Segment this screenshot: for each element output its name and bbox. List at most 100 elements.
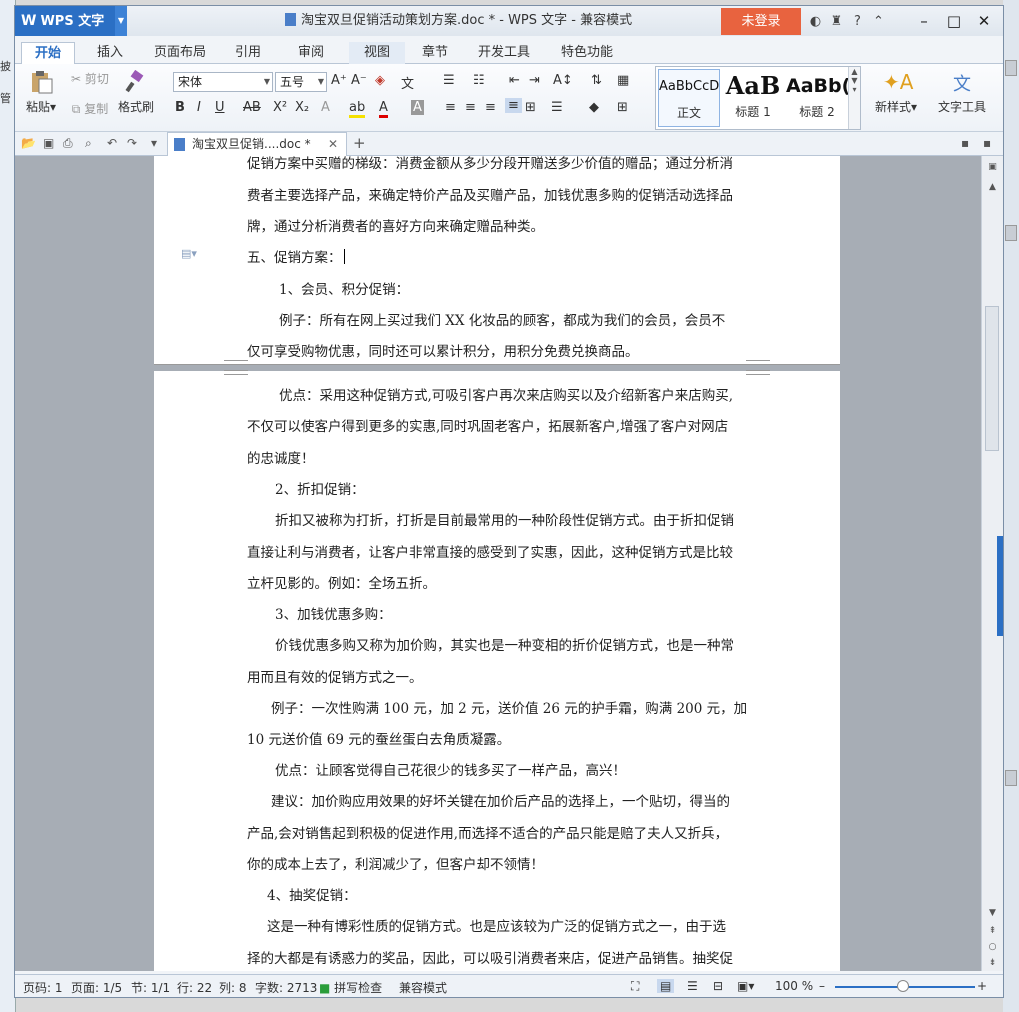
bullets-icon[interactable]: ☰	[443, 73, 455, 88]
increase-indent-icon[interactable]: ⇥	[529, 73, 540, 88]
paragraph-line: 例子：一次性购满 100 元，加 2 元，送价值 26 元的护手霜，购满 200…	[271, 701, 748, 717]
align-center-icon[interactable]: ≡	[465, 100, 476, 115]
status-pages[interactable]: 页面: 1/5	[71, 979, 122, 996]
paragraph-line: 费者主要选择产品，来确定特价产品及买赠产品，加钱优惠多购的促销活动选择品	[247, 188, 733, 204]
tab-review[interactable]: 审阅	[283, 42, 339, 64]
underline-icon[interactable]: U	[215, 100, 225, 115]
align-right-icon[interactable]: ≡	[485, 100, 496, 115]
maximize-icon[interactable]: □	[939, 6, 969, 36]
reading-view-icon[interactable]: ▣▾	[737, 979, 754, 993]
scroll-up-icon[interactable]: ▲	[982, 182, 1003, 192]
text-effect-icon[interactable]: A	[321, 100, 330, 115]
tab-chapter[interactable]: 章节	[411, 42, 459, 64]
numbering-icon[interactable]: ☷	[473, 73, 485, 88]
bold-icon[interactable]: B	[175, 100, 185, 115]
sort-icon[interactable]: ⇅	[591, 73, 602, 88]
phonetic-icon[interactable]: 文	[401, 73, 414, 92]
font-color-icon[interactable]: A	[379, 100, 388, 118]
side-panel-toggle[interactable]	[997, 536, 1003, 636]
fullscreen-view-icon[interactable]: ⛶	[631, 979, 639, 994]
grow-font-icon[interactable]: A⁺	[331, 73, 347, 88]
table-icon[interactable]: ▦	[617, 73, 629, 88]
document-tab[interactable]: 淘宝双旦促销....doc * ✕	[167, 132, 347, 156]
skin-icon[interactable]: ◐	[805, 7, 826, 37]
print-preview-icon[interactable]: ⌕	[85, 136, 92, 151]
tab-menu-icon[interactable]: ▪	[983, 136, 991, 150]
tab-developer[interactable]: 开发工具	[471, 42, 537, 64]
login-button[interactable]: 未登录	[721, 8, 801, 35]
paragraph-line: 价钱优惠多购又称为加价购，其实也是一种变相的折价促销方式，也是一种常	[275, 638, 734, 654]
close-tab-icon[interactable]: ✕	[328, 133, 338, 155]
collapse-ribbon-icon[interactable]: ⌃	[868, 7, 889, 37]
cut-button[interactable]: ✂ 剪切	[67, 70, 113, 87]
page-view-icon[interactable]: ▤	[657, 979, 675, 993]
copy-button[interactable]: ⧉ 复制	[67, 100, 113, 117]
outline-view-icon[interactable]: ☰	[687, 979, 698, 993]
tab-page-layout[interactable]: 页面布局	[147, 42, 213, 64]
minimize-icon[interactable]: –	[909, 6, 939, 36]
subheading: 2、折扣促销：	[275, 482, 365, 498]
zoom-level[interactable]: 100 %	[775, 979, 813, 993]
zoom-out-icon[interactable]: –	[819, 979, 825, 993]
borders-icon[interactable]: ⊞	[617, 100, 628, 115]
zoom-slider-knob[interactable]	[897, 980, 909, 992]
spell-check-toggle[interactable]: ■ 拼写检查	[319, 979, 382, 996]
chevron-down-icon[interactable]: ▼	[115, 6, 127, 36]
status-word-count[interactable]: 字数: 2713	[255, 979, 317, 996]
strikethrough-icon[interactable]: AB	[243, 100, 261, 115]
zoom-in-icon[interactable]: +	[977, 979, 987, 993]
print-icon[interactable]: ⎙	[63, 136, 73, 151]
paragraph-layout-icon[interactable]: ▤▾	[181, 247, 197, 260]
web-view-icon[interactable]: ⊟	[713, 979, 723, 993]
tab-special-features[interactable]: 特色功能	[547, 42, 627, 64]
line-spacing-icon[interactable]: ☰	[551, 100, 563, 115]
tab-references[interactable]: 引用	[223, 42, 273, 64]
style-normal[interactable]: AaBbCcD 正文	[658, 69, 720, 127]
undo-icon[interactable]: ↶	[107, 136, 117, 150]
superscript-icon[interactable]: X²	[273, 100, 287, 115]
distribute-icon[interactable]: ⊞	[525, 100, 536, 115]
tab-view[interactable]: 视图	[349, 42, 405, 64]
document-page[interactable]: 促销方案中买赠的梯级：消费金额从多少分段开赠送多少价值的赠品；通过分析消 费者主…	[154, 156, 840, 365]
shirt-icon[interactable]: ♜	[826, 7, 847, 37]
paste-button[interactable]: 粘贴▾	[21, 70, 61, 115]
justify-icon[interactable]: ≡	[505, 98, 522, 113]
style-heading-2[interactable]: AaBb( 标题 2	[786, 69, 848, 127]
shrink-font-icon[interactable]: A⁻	[351, 73, 367, 88]
document-page[interactable]: 优点：采用这种促销方式,可吸引客户再次来店购买以及介绍新客户来店购买, 不仅可以…	[154, 370, 840, 971]
subscript-icon[interactable]: X₂	[295, 100, 309, 115]
tab-home[interactable]: 开始	[21, 42, 75, 64]
italic-icon[interactable]: I	[197, 100, 201, 115]
spell-check-label: 拼写检查	[334, 981, 383, 995]
scroll-down-icon[interactable]: ▼	[982, 908, 1003, 918]
format-painter-button[interactable]: 格式刷	[115, 70, 157, 115]
shading-icon[interactable]: ◆	[589, 100, 599, 115]
scroll-thumb[interactable]	[985, 306, 999, 451]
text-direction-icon[interactable]: A↕	[553, 73, 573, 88]
char-shading-icon[interactable]: A	[411, 100, 424, 115]
new-tab-icon[interactable]: +	[353, 134, 366, 152]
style-gallery-scroll[interactable]: ▲ ▼ ▾	[848, 67, 860, 129]
style-heading-1[interactable]: AaB 标题 1	[722, 69, 784, 127]
previous-page-icon[interactable]: ⇞	[982, 926, 1003, 936]
font-size-select[interactable]: 五号 ▼	[275, 72, 327, 92]
split-view-icon[interactable]: ▣	[982, 162, 1003, 172]
save-icon[interactable]: ▣	[43, 136, 54, 150]
tab-insert[interactable]: 插入	[85, 42, 135, 64]
select-browse-icon[interactable]: ○	[982, 942, 1003, 952]
clear-format-icon[interactable]: ◈	[375, 73, 385, 88]
font-name-select[interactable]: 宋体 ▼	[173, 72, 273, 92]
wps-menu-button[interactable]: W WPS 文字 ▼	[15, 6, 127, 36]
new-style-button[interactable]: ✦A 新样式▾	[867, 70, 925, 115]
help-icon[interactable]: ?	[847, 7, 868, 37]
next-page-icon[interactable]: ⇟	[982, 958, 1003, 968]
highlight-icon[interactable]: ab	[349, 100, 366, 118]
customize-icon[interactable]: ▾	[151, 136, 157, 150]
window-mode-icon[interactable]: ▪	[961, 136, 969, 150]
open-icon[interactable]: 📂	[21, 136, 36, 150]
redo-icon[interactable]: ↷	[127, 136, 137, 150]
close-icon[interactable]: ✕	[969, 6, 999, 36]
decrease-indent-icon[interactable]: ⇤	[509, 73, 520, 88]
text-tools-button[interactable]: 文 文字工具	[933, 70, 991, 115]
align-left-icon[interactable]: ≡	[445, 100, 456, 115]
